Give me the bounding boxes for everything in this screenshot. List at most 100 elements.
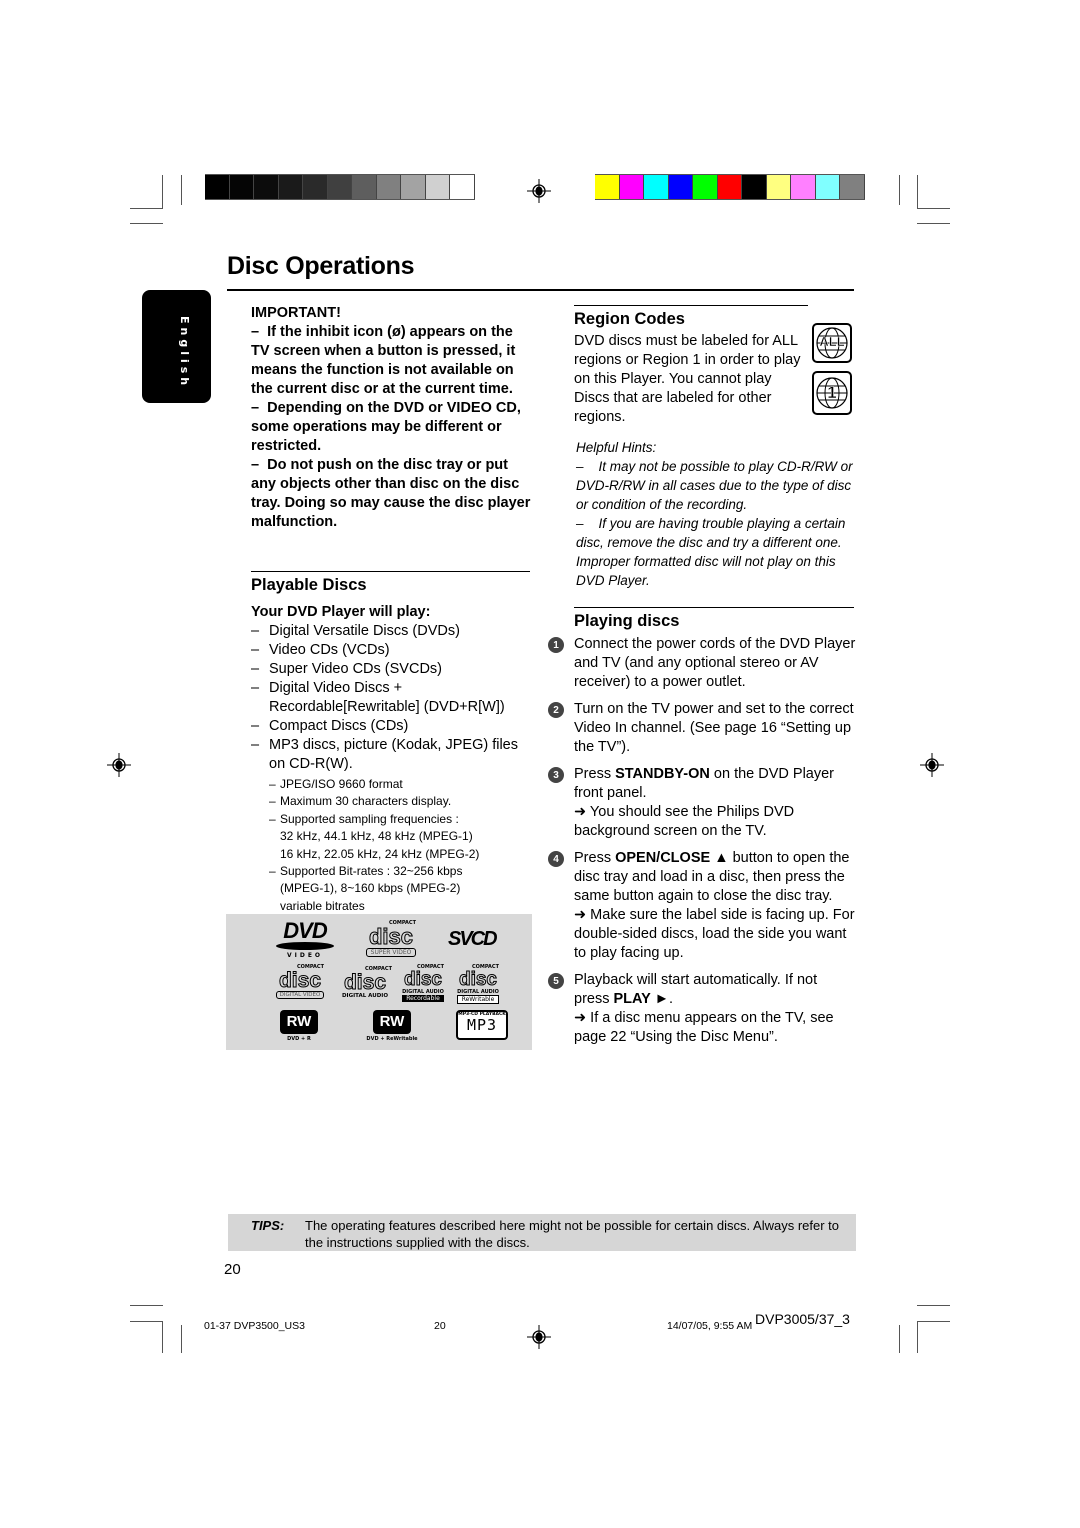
tips-box: TIPS: The operating features described h… [228, 1214, 856, 1251]
tips-text: The operating features described here mi… [305, 1218, 840, 1250]
gray-swatch [401, 175, 426, 199]
bitrate-line: variable bitrates [280, 898, 365, 913]
mp3-detail-item: – Supported sampling frequencies : [269, 811, 459, 826]
step-text: Turn on the TV power and set to the corr… [574, 700, 856, 757]
color-swatch [791, 175, 816, 199]
crop-mark [917, 223, 950, 224]
gray-swatch [205, 175, 230, 199]
step-text-part: . [668, 991, 673, 1007]
gray-swatch [376, 175, 401, 199]
language-tab [142, 290, 211, 403]
color-swatch [840, 175, 865, 199]
playable-discs-heading: Playable Discs [251, 576, 367, 594]
important-item: – If the inhibit icon (ø) appears on the… [251, 324, 516, 397]
step-text-part: Playback will start automatically. If no… [574, 972, 818, 1007]
step-text: Connect the power cords of the DVD Playe… [574, 635, 856, 692]
color-swatch [742, 175, 767, 199]
crop-mark [917, 1321, 918, 1353]
section-divider [251, 571, 530, 572]
language-tab-label: English [178, 316, 191, 390]
helpful-hints-heading: Helpful Hints: [576, 440, 657, 455]
important-section: IMPORTANT! – If the inhibit icon (ø) app… [251, 304, 531, 532]
playable-disc-item: – Compact Discs (CDs) [251, 718, 409, 734]
region-1-icon: 1 [812, 371, 852, 415]
step-text: Press OPEN/CLOSE ▲ button to open the di… [574, 849, 856, 963]
step-number-icon: 4 [548, 851, 564, 867]
gray-swatch [425, 175, 450, 199]
playable-disc-item: – MP3 discs, picture (Kodak, JPEG) files … [251, 737, 518, 772]
crop-mark [917, 1321, 950, 1322]
footer-file: 01-37 DVP3500_US3 [204, 1320, 305, 1332]
page-number: 20 [224, 1261, 241, 1278]
important-item: – Do not push on the disc tray or put an… [251, 457, 531, 530]
registration-mark-icon [107, 753, 131, 777]
step-button-name: OPEN/CLOSE ▲ [615, 850, 729, 866]
crop-mark [130, 223, 163, 224]
hint-item: – It may not be possible to play CD-R/RW… [576, 459, 853, 512]
section-divider [574, 305, 808, 306]
playable-disc-item: – Super Video CDs (SVCDs) [251, 661, 442, 677]
step-text-part: Turn on the TV power and set to the corr… [574, 701, 854, 755]
step-button-name: PLAY ► [613, 991, 669, 1007]
crop-mark [899, 1325, 900, 1353]
digital-audio-cd-logo: COMPACT disc DIGITAL AUDIO [341, 966, 392, 999]
title-divider [227, 289, 854, 291]
color-swatch [815, 175, 840, 199]
registration-mark-icon [920, 753, 944, 777]
playable-disc-item: – Digital Versatile Discs (DVDs) [251, 623, 460, 639]
registration-mark-icon [527, 179, 551, 203]
playable-disc-item: – Video CDs (VCDs) [251, 642, 390, 658]
hint-item: – If you are having trouble playing a ce… [576, 516, 846, 588]
step-number-icon: 5 [548, 973, 564, 989]
gray-swatch [352, 175, 377, 199]
step-text-part: Press [574, 766, 616, 782]
step-text: Playback will start automatically. If no… [574, 971, 856, 1047]
step-result: ➜ If a disc menu appears on the TV, see … [574, 1010, 834, 1045]
playable-discs-subheading: Your DVD Player will play: [251, 604, 431, 620]
playable-discs-section: Playable Discs Your DVD Player will play… [251, 571, 530, 915]
crop-mark [899, 175, 900, 205]
recordable-cd-logo: COMPACT disc DIGITAL AUDIO Recordable [402, 964, 444, 1002]
page-title: Disc Operations [227, 252, 415, 280]
step-button-name: STANDBY-ON [615, 766, 710, 782]
section-divider [574, 607, 854, 608]
sampling-line: 32 kHz, 44.1 kHz, 48 kHz (MPEG-1) [280, 829, 473, 844]
playable-disc-item: – Digital Video Discs + Recordable[Rewrit… [251, 680, 505, 715]
gray-swatch [303, 175, 328, 199]
step-number-icon: 2 [548, 702, 564, 718]
grayscale-calibration-bar [205, 174, 475, 200]
color-swatch [668, 175, 693, 199]
crop-mark [181, 1325, 182, 1353]
step-item: 3 Press STANDBY-ON on the DVD Player fron… [548, 765, 856, 841]
crop-mark [162, 1321, 163, 1353]
crop-mark [130, 1305, 163, 1306]
important-item: – Depending on the DVD or VIDEO CD, some… [251, 400, 521, 454]
crop-mark [130, 1321, 163, 1322]
gray-swatch [327, 175, 352, 199]
step-item: 1 Connect the power cords of the DVD Play… [548, 635, 856, 692]
gray-swatch [229, 175, 254, 199]
crop-mark [130, 208, 163, 209]
dvd-plus-rw-logo: RW DVD + ReWritable [362, 1010, 422, 1042]
footer-page: 20 [434, 1320, 446, 1332]
sampling-line: 16 kHz, 22.05 kHz, 24 kHz (MPEG-2) [280, 846, 480, 861]
helpful-hints: Helpful Hints: – It may not be possible … [576, 438, 856, 590]
tips-label: TIPS: [251, 1218, 285, 1233]
color-swatch [693, 175, 718, 199]
gray-swatch [278, 175, 303, 199]
crop-mark [181, 175, 182, 205]
step-result: ➜ You should see the Philips DVD backgro… [574, 804, 795, 839]
mp3-cd-playback-logo: MP3-CD PLAYBACK MP3 [456, 1010, 508, 1040]
color-swatch [766, 175, 791, 199]
step-text-part: Connect the power cords of the DVD Playe… [574, 636, 856, 690]
dvd-plus-r-logo: RW DVD + R [276, 1010, 322, 1042]
step-result: ➜ Make sure the label side is facing up.… [574, 907, 855, 961]
gray-swatch [254, 175, 279, 199]
gray-swatch [450, 175, 475, 199]
color-swatch [619, 175, 644, 199]
registration-mark-icon [527, 1325, 551, 1349]
step-item: 4 Press OPEN/CLOSE ▲ button to open the d… [548, 849, 856, 963]
footer-date: 14/07/05, 9:55 AM [667, 1320, 753, 1332]
crop-mark [917, 1305, 950, 1306]
playing-steps: 1 Connect the power cords of the DVD Play… [548, 635, 856, 1047]
